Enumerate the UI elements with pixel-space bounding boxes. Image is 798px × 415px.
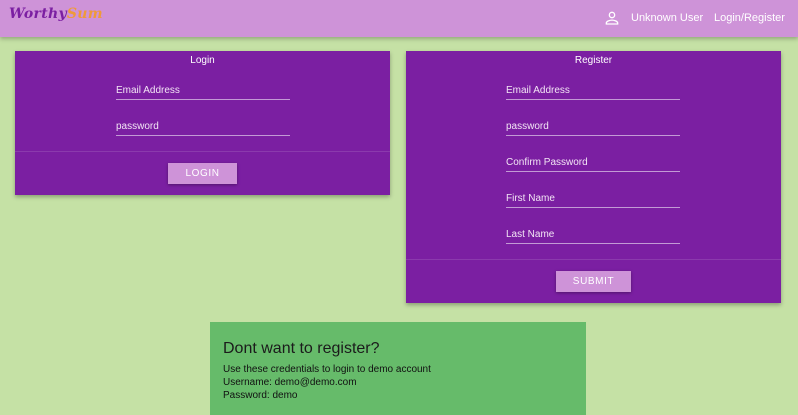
register-title: Register <box>574 55 613 66</box>
account-icon <box>605 11 619 25</box>
logo-text: Worthy <box>9 6 67 22</box>
demo-username: Username: demo@demo.com <box>223 377 357 388</box>
current-user-label: Unknown User <box>631 12 704 24</box>
register-card: Register SUBMIT <box>406 51 781 303</box>
register-first-name-input[interactable] <box>506 189 680 208</box>
app-logo[interactable]: WorthySum <box>9 6 103 22</box>
register-confirm-password-field[interactable] <box>506 152 680 172</box>
demo-password: Password: demo <box>223 390 298 401</box>
login-card: Login LOGIN <box>15 51 390 195</box>
login-button[interactable]: LOGIN <box>168 163 237 184</box>
logo-accent-text: Sum <box>66 6 103 22</box>
register-email-field[interactable] <box>506 80 680 100</box>
register-divider <box>406 259 781 260</box>
login-password-field[interactable] <box>116 116 290 136</box>
register-last-name-field[interactable] <box>506 224 680 244</box>
register-first-name-field[interactable] <box>506 188 680 208</box>
login-email-input[interactable] <box>116 81 290 100</box>
register-email-input[interactable] <box>506 81 680 100</box>
login-email-field[interactable] <box>116 80 290 100</box>
demo-instructions: Use these credentials to login to demo a… <box>223 364 431 375</box>
login-register-link[interactable]: Login/Register <box>714 12 785 24</box>
login-password-input[interactable] <box>116 117 290 136</box>
demo-account-panel: Dont want to register? Use these credent… <box>210 322 586 415</box>
submit-button[interactable]: SUBMIT <box>556 271 631 292</box>
register-password-input[interactable] <box>506 117 680 136</box>
register-confirm-password-input[interactable] <box>506 153 680 172</box>
top-app-bar: WorthySum Unknown User Login/Register <box>0 0 798 37</box>
register-password-field[interactable] <box>506 116 680 136</box>
register-last-name-input[interactable] <box>506 225 680 244</box>
login-divider <box>15 151 390 152</box>
demo-title: Dont want to register? <box>223 340 380 357</box>
login-title: Login <box>190 55 215 66</box>
